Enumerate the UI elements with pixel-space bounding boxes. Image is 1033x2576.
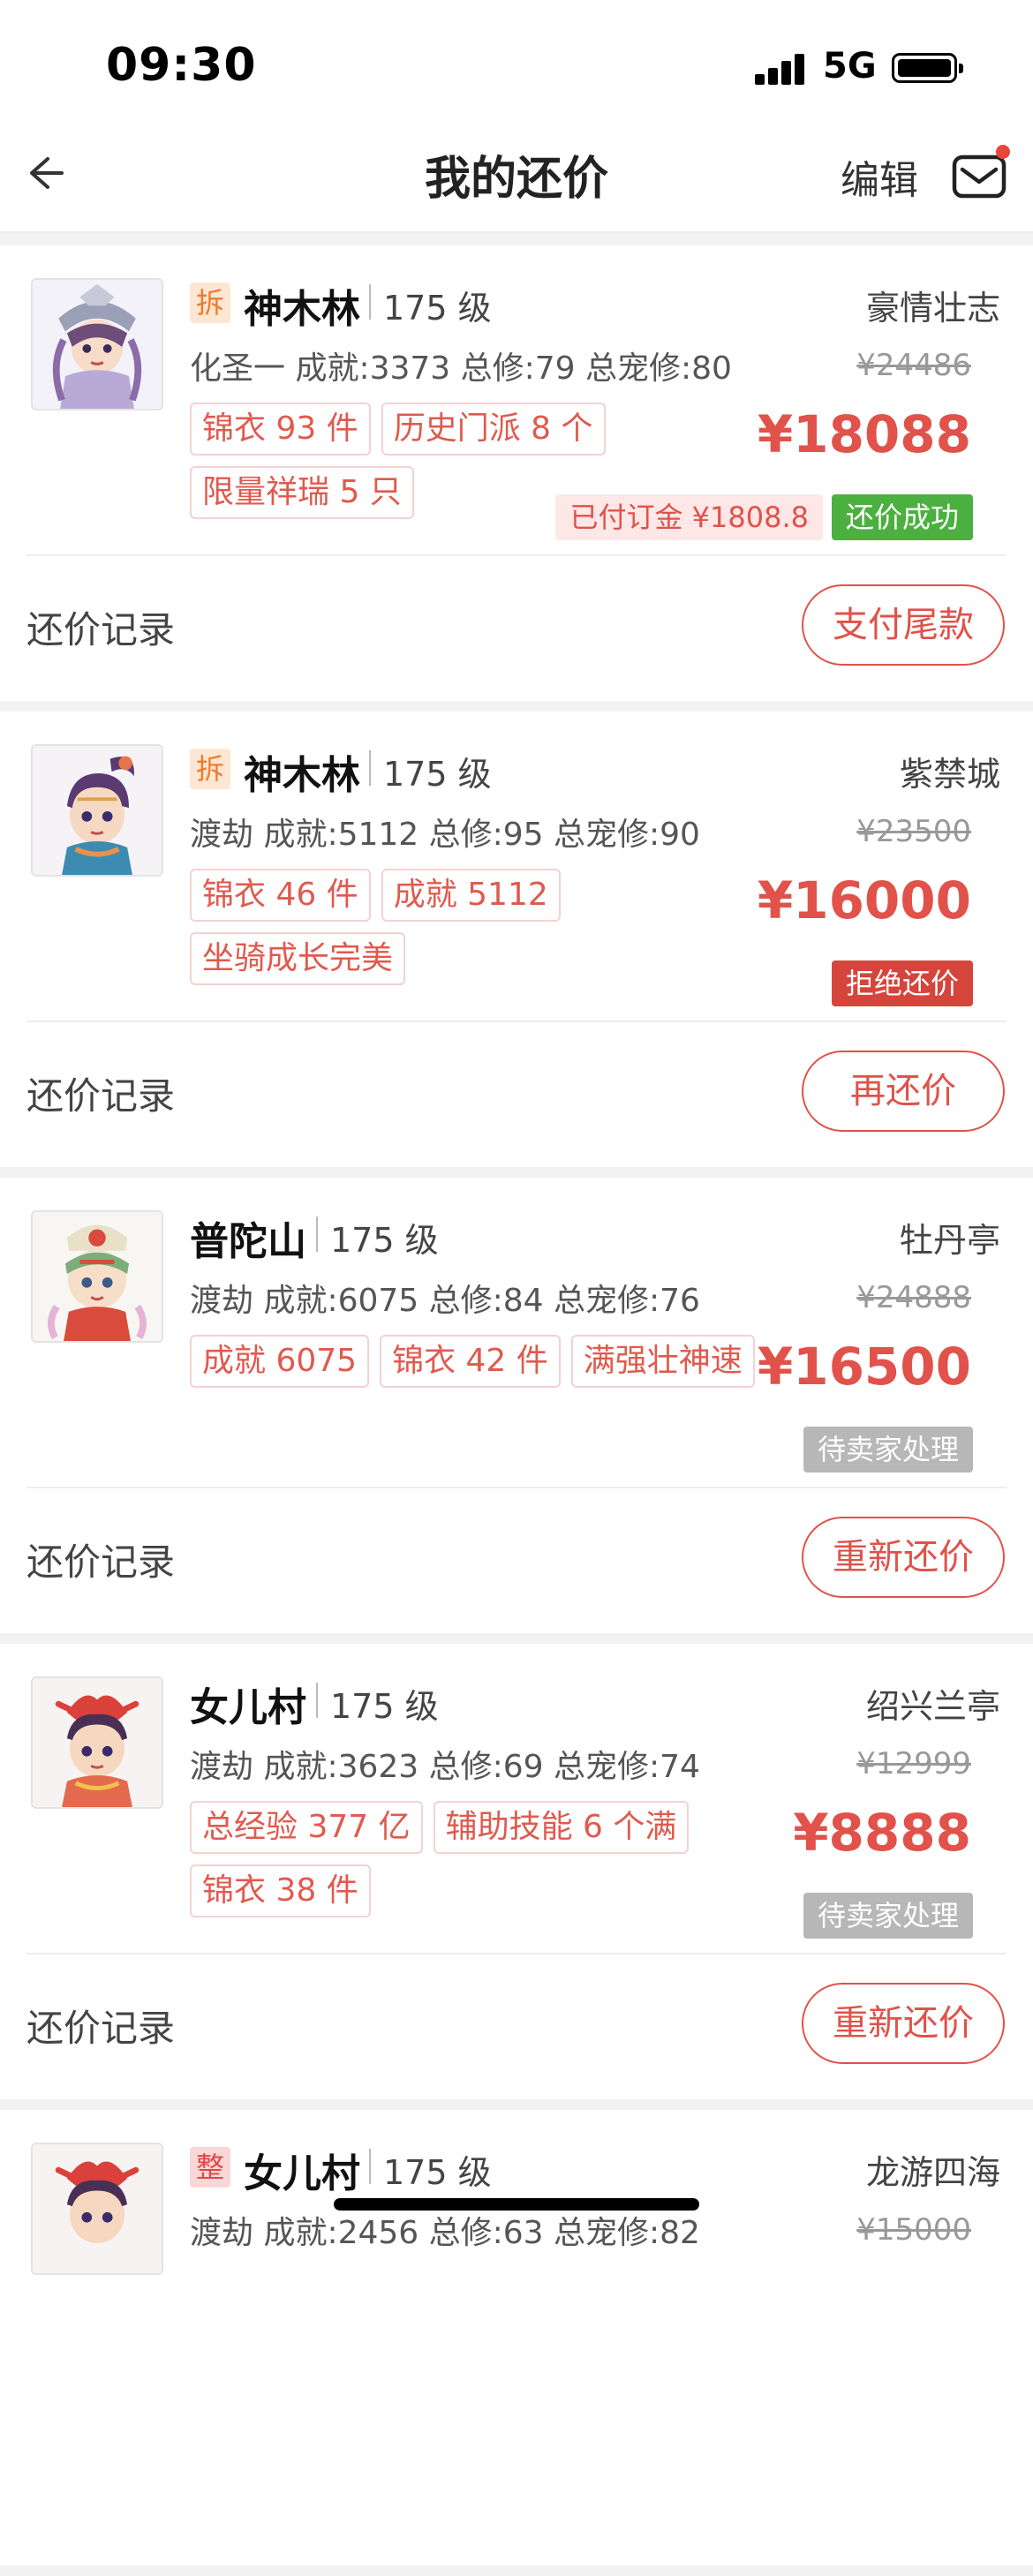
region-name: 豪情壮志	[865, 289, 1000, 328]
feature-tags: 成就 6075 锦衣 42 件满强壮神速	[190, 1335, 773, 1398]
region-name: 紫禁城	[899, 755, 1000, 794]
offer-price: ¥16500	[757, 1337, 971, 1397]
status-row: 待卖家处理	[803, 1893, 973, 1939]
feature-tag: 辅助技能 6 个满	[433, 1801, 690, 1854]
region-name: 绍兴兰亭	[865, 1687, 1000, 1726]
character-stats: 渡劫 成就:3623 总修:69 总宠修:74	[190, 1749, 700, 1785]
offer-price: ¥16000	[757, 870, 971, 930]
character-avatar[interactable]	[31, 1210, 163, 1343]
rebargain-button[interactable]: 再还价	[802, 1051, 1005, 1132]
region-name: 牡丹亭	[899, 1221, 1000, 1260]
feature-tag: 满强壮神速	[570, 1335, 755, 1388]
character-level: 175 级	[383, 289, 492, 328]
bargain-record-link[interactable]: 还价记录	[26, 600, 175, 654]
bargain-record-link[interactable]: 还价记录	[26, 1066, 175, 1120]
server-name: 普陀山	[190, 1219, 306, 1264]
character-level: 175 级	[383, 2153, 492, 2192]
rebargain-button[interactable]: 重新还价	[802, 1983, 1005, 2064]
bargain-list: 拆 神木林 175 级 豪情壮志 化圣一 成就:3373 总修:79 总宠修:8…	[0, 245, 1033, 2576]
offer-price: ¥18088	[757, 404, 971, 464]
bargain-card: 拆 神木林 175 级 紫禁城 渡劫 成就:5112 总修:95 总宠修:90 …	[0, 712, 1033, 1167]
edit-button[interactable]: 编辑	[841, 148, 918, 205]
mail-icon[interactable]	[952, 152, 1007, 201]
character-stats: 化圣一 成就:3373 总修:79 总宠修:80	[190, 350, 732, 387]
character-avatar[interactable]	[31, 1676, 163, 1809]
bargain-record-link[interactable]: 还价记录	[26, 1999, 175, 2053]
notification-dot	[996, 145, 1010, 159]
status-row: 拒绝还价	[831, 960, 973, 1006]
character-avatar[interactable]	[31, 2143, 163, 2275]
divider	[316, 1683, 318, 1718]
divider	[316, 1216, 318, 1252]
bargain-card: 整 女儿村 175 级 龙游四海 渡劫 成就:2456 总修:63 总宠修:82…	[0, 2110, 1033, 2565]
nav-bar: 我的还价 编辑	[0, 132, 1033, 233]
character-level: 175 级	[383, 755, 492, 794]
character-stats: 渡劫 成就:2456 总修:63 总宠修:82	[190, 2215, 700, 2251]
pay-balance-button[interactable]: 支付尾款	[802, 584, 1005, 666]
bargain-card: 拆 神木林 175 级 豪情壮志 化圣一 成就:3373 总修:79 总宠修:8…	[0, 245, 1033, 701]
server-type-badge: 拆	[190, 282, 230, 323]
divider	[369, 284, 371, 320]
bargain-card: 女儿村 175 级 绍兴兰亭 渡劫 成就:3623 总修:69 总宠修:74 总…	[0, 1644, 1033, 2099]
feature-tag: 锦衣 42 件	[380, 1335, 561, 1388]
feature-tags: 锦衣 46 件成就 5112 坐骑成长完美	[190, 869, 773, 996]
original-price: ¥24888	[856, 1280, 971, 1315]
feature-tag: 坐骑成长完美	[190, 932, 406, 985]
status-row: 已付订金 ¥1808.8 还价成功	[555, 494, 973, 540]
feature-tag: 成就 5112	[381, 869, 561, 922]
rebargain-button[interactable]: 重新还价	[802, 1517, 1005, 1598]
divider	[26, 1021, 1007, 1022]
original-price: ¥12999	[856, 1746, 971, 1781]
character-stats: 渡劫 成就:6075 总修:84 总宠修:76	[190, 1283, 700, 1319]
server-name: 女儿村	[244, 2151, 360, 2196]
server-name: 神木林	[244, 753, 360, 798]
bargain-record-link[interactable]: 还价记录	[26, 1533, 175, 1586]
character-avatar[interactable]	[31, 744, 163, 877]
feature-tag: 历史门派 8 个	[381, 403, 606, 456]
feature-tag: 成就 6075	[190, 1335, 370, 1388]
character-stats: 渡劫 成就:5112 总修:95 总宠修:90	[190, 817, 700, 853]
divider	[26, 1487, 1007, 1488]
deposit-badge: 已付订金 ¥1808.8	[555, 494, 823, 540]
feature-tag: 锦衣 38 件	[190, 1864, 371, 1917]
divider	[26, 1953, 1007, 1955]
feature-tag: 锦衣 46 件	[190, 869, 371, 922]
character-level: 175 级	[330, 1221, 439, 1260]
feature-tag: 总经验 377 亿	[190, 1801, 423, 1854]
original-price: ¥24486	[856, 348, 971, 383]
status-badge: 拒绝还价	[831, 960, 973, 1006]
original-price: ¥15000	[856, 2212, 971, 2248]
region-name: 龙游四海	[865, 2153, 1000, 2192]
network-type: 5G	[823, 46, 877, 87]
feature-tags: 总经验 377 亿辅助技能 6 个满锦衣 38 件	[190, 1801, 773, 1928]
status-badge: 待卖家处理	[803, 1427, 973, 1473]
character-level: 175 级	[330, 1687, 439, 1726]
status-row: 待卖家处理	[803, 1427, 973, 1473]
original-price: ¥23500	[856, 814, 971, 849]
status-bar: 09:30 5G	[0, 0, 1033, 132]
server-type-badge: 整	[190, 2147, 230, 2188]
status-badge: 待卖家处理	[803, 1893, 973, 1939]
server-name: 女儿村	[190, 1685, 306, 1730]
battery-icon	[892, 53, 963, 83]
feature-tag: 锦衣 93 件	[190, 403, 371, 456]
divider	[369, 2149, 371, 2184]
feature-tag: 限量祥瑞 5 只	[190, 466, 414, 519]
status-badge: 还价成功	[831, 494, 973, 540]
bargain-card: 普陀山 175 级 牡丹亭 渡劫 成就:6075 总修:84 总宠修:76 成就…	[0, 1178, 1033, 1633]
divider	[26, 554, 1007, 556]
home-indicator	[334, 2198, 699, 2211]
clock: 09:30	[106, 39, 257, 92]
offer-price: ¥8888	[793, 1803, 971, 1863]
server-name: 神木林	[244, 287, 360, 332]
signal-icon	[755, 53, 806, 85]
character-avatar[interactable]	[31, 278, 163, 411]
divider	[369, 750, 371, 786]
server-type-badge: 拆	[190, 749, 230, 789]
